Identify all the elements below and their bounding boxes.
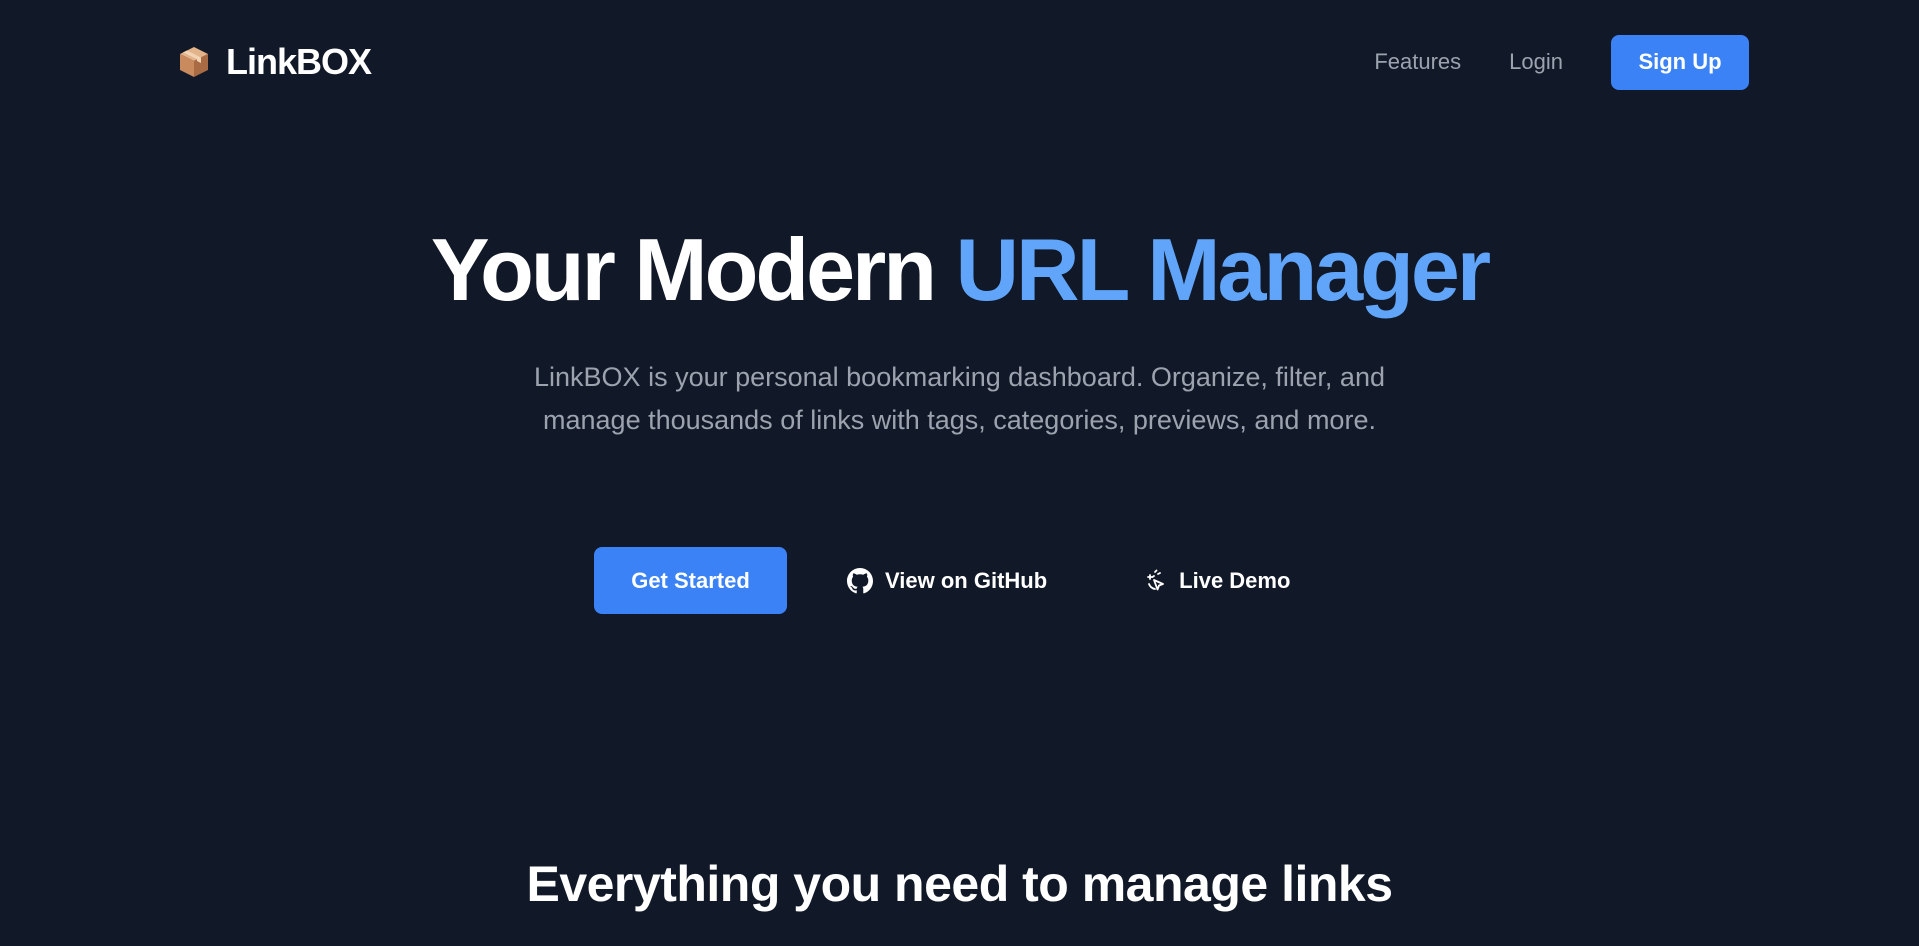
sparkle-pointer-icon xyxy=(1147,569,1165,590)
brand-name: LinkBOX xyxy=(226,41,372,82)
nav-links: Features Login Sign Up xyxy=(1374,34,1749,90)
package-box-icon xyxy=(180,47,208,77)
nav-link-login[interactable]: Login xyxy=(1509,49,1563,75)
live-demo-button[interactable]: Live Demo xyxy=(1143,568,1290,594)
hero-subtitle: LinkBOX is your personal bookmarking das… xyxy=(534,362,1385,435)
brand-logo-link[interactable]: LinkBOX xyxy=(176,40,372,84)
hero-title-accent: URL Manager xyxy=(955,220,1491,319)
view-on-github-label: View on GitHub xyxy=(885,567,1048,593)
nav-link-features[interactable]: Features xyxy=(1374,49,1461,75)
hero-title: Your Modern URL Manager xyxy=(0,218,1919,322)
features-section-title: Everything you need to manage links xyxy=(526,856,1393,912)
top-navbar: LinkBOX Features Login Sign Up xyxy=(0,0,1919,122)
get-started-button[interactable]: Get Started xyxy=(594,547,787,614)
github-icon xyxy=(847,567,873,593)
sign-up-button[interactable]: Sign Up xyxy=(1611,34,1749,90)
view-on-github-button[interactable]: View on GitHub xyxy=(847,567,1048,594)
hero-title-main: Your Modern xyxy=(430,220,956,319)
live-demo-label: Live Demo xyxy=(1179,567,1291,593)
cta-row: Get Started View on GitHub Live Demo xyxy=(594,547,1290,614)
